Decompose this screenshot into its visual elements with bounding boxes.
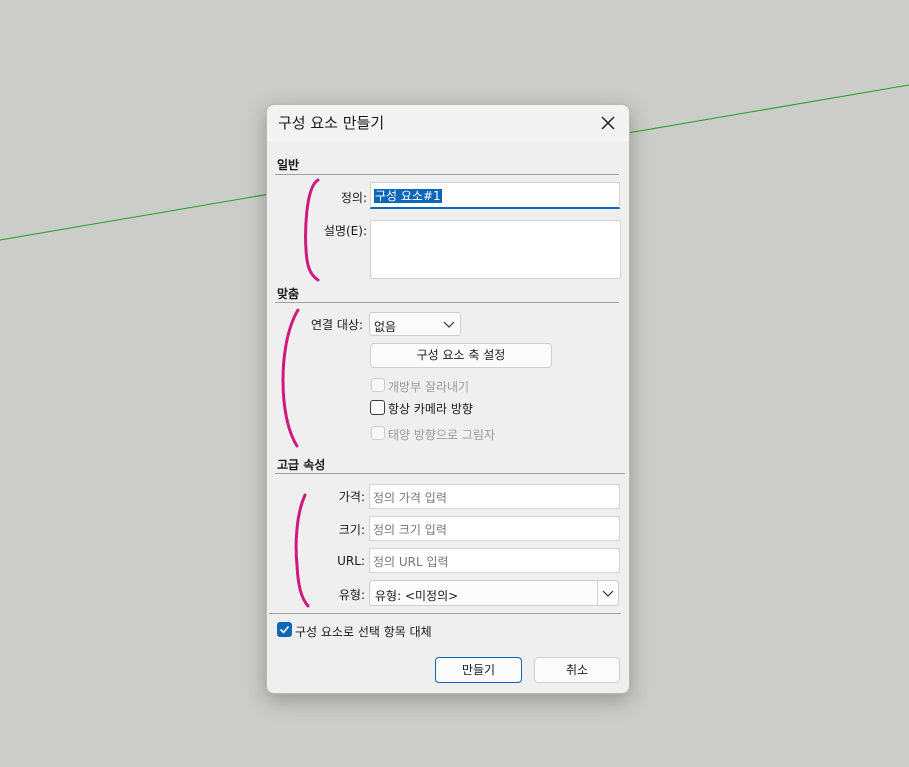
separator bbox=[269, 613, 621, 614]
set-component-axes-button[interactable]: 구성 요소 축 설정 bbox=[370, 343, 552, 368]
title-bar: 구성 요소 만들기 bbox=[267, 105, 629, 141]
type-label: 유형: bbox=[338, 588, 365, 602]
create-button-label: 만들기 bbox=[461, 663, 496, 677]
section-general: 일반 bbox=[277, 158, 300, 172]
cancel-button[interactable]: 취소 bbox=[534, 657, 620, 683]
separator bbox=[275, 473, 625, 474]
chevron-down-icon bbox=[443, 321, 455, 328]
type-dropdown-button[interactable] bbox=[597, 581, 618, 605]
shadows-face-sun-label: 태양 방향으로 그림자 bbox=[388, 428, 495, 442]
set-component-axes-label: 구성 요소 축 설정 bbox=[416, 348, 506, 362]
type-value: 유형: <미정의> bbox=[375, 589, 459, 603]
replace-selection-label: 구성 요소로 선택 항목 대체 bbox=[295, 625, 432, 639]
definition-label: 정의: bbox=[340, 191, 367, 205]
url-placeholder: 정의 URL 입력 bbox=[373, 555, 449, 569]
price-input[interactable]: 정의 가격 입력 bbox=[369, 484, 620, 509]
cut-opening-label: 개방부 잘라내기 bbox=[388, 380, 470, 394]
replace-selection-checkbox[interactable] bbox=[277, 622, 292, 637]
glue-to-select[interactable]: 없음 bbox=[369, 312, 461, 336]
close-button[interactable] bbox=[595, 110, 621, 136]
glue-to-value: 없음 bbox=[374, 320, 397, 334]
url-label: URL: bbox=[337, 554, 365, 568]
section-alignment: 맞춤 bbox=[277, 287, 300, 301]
close-icon bbox=[601, 116, 615, 130]
size-label: 크기: bbox=[338, 523, 365, 537]
shadows-face-sun-checkbox[interactable] bbox=[371, 426, 385, 440]
size-input[interactable]: 정의 크기 입력 bbox=[369, 516, 620, 541]
description-textarea[interactable] bbox=[370, 220, 621, 279]
description-label: 설명(E): bbox=[323, 224, 367, 238]
separator bbox=[275, 174, 619, 175]
cut-opening-checkbox[interactable] bbox=[371, 378, 385, 392]
separator bbox=[275, 302, 619, 303]
price-placeholder: 정의 가격 입력 bbox=[373, 491, 447, 505]
size-placeholder: 정의 크기 입력 bbox=[373, 523, 447, 537]
url-input[interactable]: 정의 URL 입력 bbox=[369, 548, 620, 573]
section-advanced: 고급 속성 bbox=[277, 458, 326, 472]
chevron-down-icon bbox=[602, 590, 614, 597]
create-component-dialog: 구성 요소 만들기 일반 정의: 구성 요소#1 설명(E): 맞춤 연결 대상… bbox=[266, 104, 630, 694]
always-face-camera-checkbox[interactable] bbox=[370, 400, 385, 415]
definition-input[interactable]: 구성 요소#1 bbox=[370, 182, 620, 209]
glue-to-label: 연결 대상: bbox=[310, 318, 363, 332]
type-select[interactable]: 유형: <미정의> bbox=[369, 580, 619, 606]
dialog-title: 구성 요소 만들기 bbox=[278, 114, 385, 132]
definition-value: 구성 요소#1 bbox=[374, 189, 442, 203]
always-face-camera-label: 항상 카메라 방향 bbox=[388, 402, 473, 416]
price-label: 가격: bbox=[338, 490, 365, 504]
create-button[interactable]: 만들기 bbox=[435, 657, 522, 683]
checkmark-icon bbox=[279, 625, 290, 634]
cancel-button-label: 취소 bbox=[565, 663, 589, 677]
